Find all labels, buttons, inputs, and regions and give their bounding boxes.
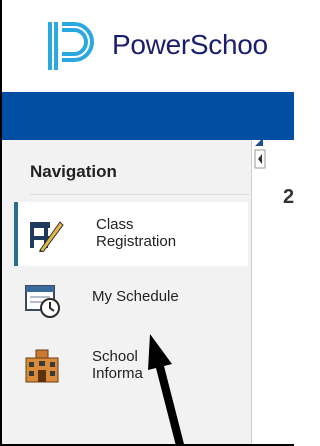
nav-item-label: School Informa (92, 348, 143, 382)
sidebar: Navigation Class Registration My Schedul… (2, 140, 252, 444)
nav-divider (30, 194, 250, 195)
app-frame: PowerSchoo Navigation Class Registration (0, 0, 294, 446)
class-registration-icon (30, 221, 64, 252)
nav-item-school-information[interactable]: School Informa (14, 334, 248, 398)
calendar-clock-icon (25, 285, 60, 318)
brand-name: PowerSchoo (112, 29, 268, 60)
nav-title: Navigation (30, 162, 117, 181)
top-nav-bar (2, 92, 294, 140)
nav-item-label: Class Registration (96, 216, 177, 250)
nav-item-my-schedule[interactable]: My Schedule (14, 268, 248, 332)
powerschool-logo-icon (48, 22, 94, 70)
sidebar-collapse-toggle-icon[interactable] (253, 136, 273, 170)
school-building-icon (25, 349, 59, 383)
nav-item-label: My Schedule (92, 288, 179, 305)
header: PowerSchoo (2, 0, 294, 92)
main-heading-fragment: 2 (283, 186, 294, 208)
nav-item-class-registration[interactable]: Class Registration (14, 202, 248, 266)
